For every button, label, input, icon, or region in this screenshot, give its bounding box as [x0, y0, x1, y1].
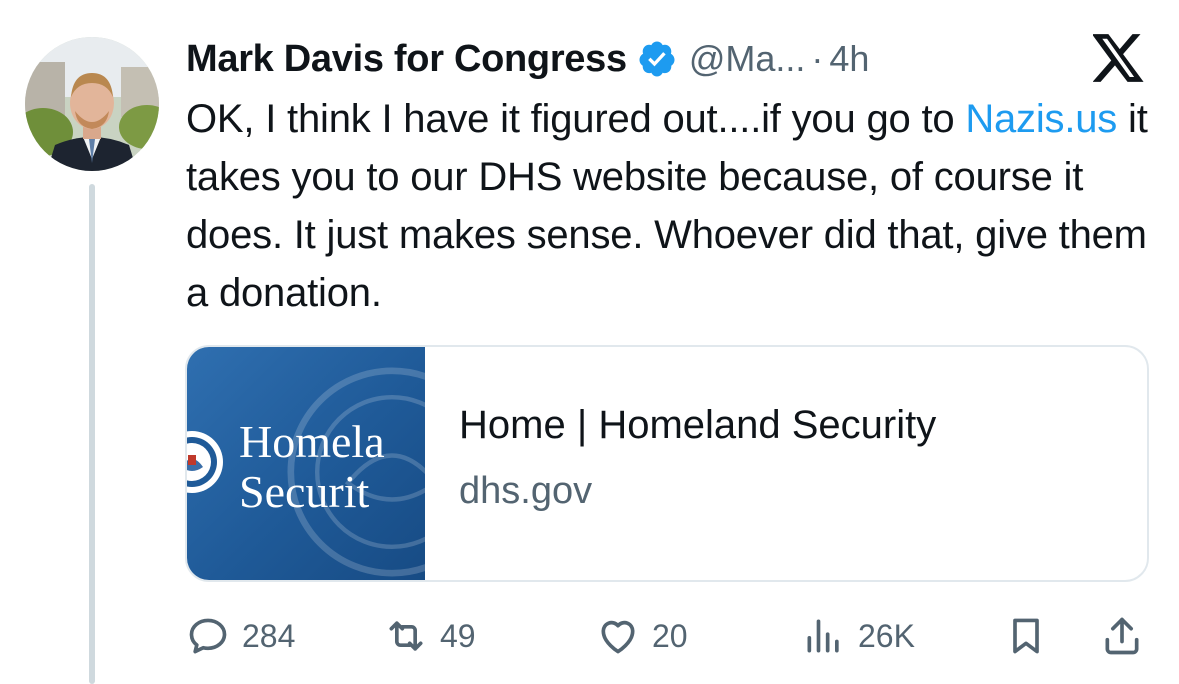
bookmark-button[interactable]	[1004, 610, 1048, 662]
card-image-brand-line-2: Securit	[239, 466, 370, 517]
link-preview-card[interactable]: Homela Securit Home | Homeland Security …	[185, 345, 1149, 582]
views-icon	[807, 619, 839, 653]
like-button[interactable]: 20	[596, 610, 688, 662]
card-body: Home | Homeland Security dhs.gov	[425, 347, 936, 580]
tweet-link[interactable]: Nazis.us	[965, 97, 1117, 141]
author-handle[interactable]: @Ma...	[689, 38, 806, 80]
avatar[interactable]	[25, 37, 159, 171]
card-image: Homela Securit	[187, 347, 425, 580]
card-title: Home | Homeland Security	[459, 403, 937, 447]
action-bar: 284 49 20 26K	[186, 610, 1146, 662]
tweet-timestamp[interactable]: 4h	[829, 38, 869, 80]
author-name[interactable]: Mark Davis for Congress	[186, 38, 627, 81]
card-domain: dhs.gov	[459, 470, 593, 512]
heart-icon	[601, 620, 635, 654]
retweet-count: 49	[440, 617, 476, 654]
tweet-header: Mark Davis for Congress @Ma... · 4h	[186, 30, 869, 88]
dhs-seal-icon	[187, 431, 223, 493]
tweet-text-part-1: OK, I think I have it figured out....if …	[186, 97, 966, 141]
verified-badge-icon	[639, 41, 675, 77]
thread-line	[89, 184, 95, 684]
like-count: 20	[652, 617, 688, 654]
retweet-button[interactable]: 49	[384, 610, 476, 662]
views-count: 26K	[858, 617, 915, 654]
x-logo-icon	[1093, 34, 1144, 82]
views-button[interactable]: 26K	[802, 610, 915, 662]
reply-count: 284	[242, 617, 296, 654]
reply-icon	[189, 618, 227, 654]
share-icon	[1105, 617, 1139, 655]
bookmark-icon	[1013, 618, 1039, 654]
card-image-brand: Homela Securit	[239, 417, 385, 517]
share-button[interactable]	[1100, 610, 1144, 662]
reply-button[interactable]: 284	[186, 610, 295, 662]
meta-separator: ·	[811, 38, 824, 79]
tweet-text: OK, I think I have it figured out....if …	[186, 90, 1156, 322]
avatar-photo	[25, 37, 159, 171]
retweet-icon	[389, 621, 423, 651]
card-image-brand-line-1: Homela	[239, 416, 385, 467]
